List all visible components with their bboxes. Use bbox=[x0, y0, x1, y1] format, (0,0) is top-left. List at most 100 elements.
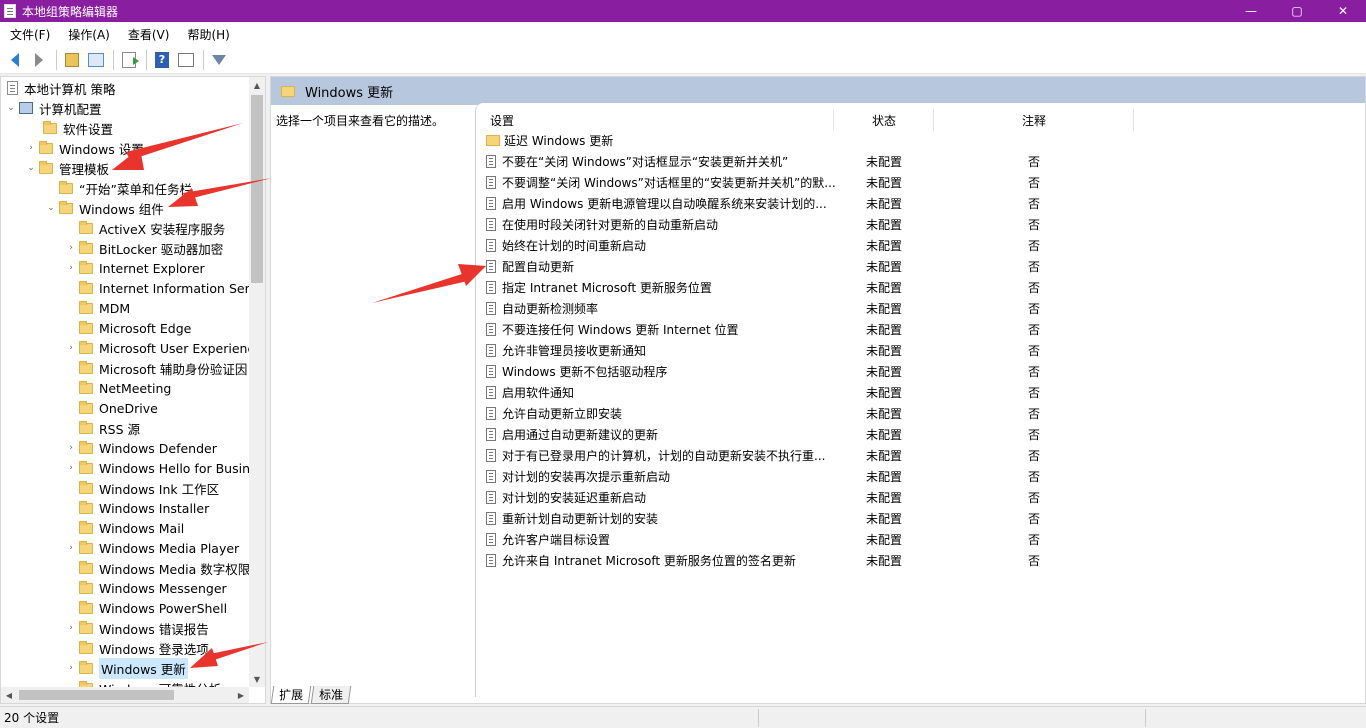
list-item[interactable]: 启用通过自动更新建议的更新 未配置 否 bbox=[486, 424, 1356, 445]
back-button[interactable] bbox=[4, 49, 26, 71]
chevron-right-icon[interactable]: › bbox=[65, 243, 77, 253]
show-hide-tree-button[interactable] bbox=[85, 49, 107, 71]
menu-action[interactable]: 操作(A) bbox=[58, 26, 118, 43]
tree-item-component[interactable]: MDM bbox=[65, 298, 130, 318]
tree-item-start-menu[interactable]: “开始”菜单和任务栏 bbox=[57, 178, 192, 198]
tree-item-windows-settings[interactable]: › Windows 设置 bbox=[25, 138, 144, 158]
scroll-down-arrow-icon[interactable]: ▼ bbox=[249, 671, 265, 687]
list-item[interactable]: 允许来自 Intranet Microsoft 更新服务位置的签名更新 未配置 否 bbox=[486, 550, 1356, 571]
scroll-left-arrow-icon[interactable]: ◀ bbox=[1, 687, 17, 703]
tree-item-windows-components[interactable]: ⌄ Windows 组件 bbox=[45, 198, 164, 218]
column-header-setting[interactable]: 设置 bbox=[490, 109, 514, 131]
chevron-right-icon[interactable]: › bbox=[65, 343, 77, 353]
setting-name: 允许客户端目标设置 bbox=[502, 533, 611, 547]
list-item[interactable]: 不要调整“关闭 Windows”对话框里的“安装更新并关机”的默... 未配置 否 bbox=[486, 172, 1356, 193]
list-item[interactable]: 对计划的安装再次提示重新启动 未配置 否 bbox=[486, 466, 1356, 487]
tree-item-component[interactable]: › Windows Hello for Busine bbox=[65, 458, 258, 478]
tree-item-component[interactable]: › Microsoft User Experienc bbox=[65, 338, 254, 358]
tree-item-admin-templates[interactable]: ⌄ 管理模板 bbox=[25, 158, 109, 178]
list-item[interactable]: 不要连接任何 Windows 更新 Internet 位置 未配置 否 bbox=[486, 319, 1356, 340]
tree-item-component[interactable]: Windows 登录选项 bbox=[65, 638, 209, 658]
tree-item-computer-config[interactable]: ⌄ 计算机配置 bbox=[5, 98, 101, 118]
chevron-down-icon[interactable]: ⌄ bbox=[5, 103, 17, 113]
tree-item-software-settings[interactable]: 软件设置 bbox=[29, 118, 113, 138]
tree-item-component[interactable]: › Windows 更新 bbox=[65, 657, 188, 679]
list-item[interactable]: 启用软件通知 未配置 否 bbox=[486, 382, 1356, 403]
tab-standard[interactable]: 标准 bbox=[310, 686, 352, 704]
tree-item-component[interactable]: Windows Ink 工作区 bbox=[65, 478, 219, 498]
column-header-state[interactable]: 状态 bbox=[872, 109, 896, 131]
column-header-note[interactable]: 注释 bbox=[1022, 109, 1046, 131]
tree-horizontal-scrollbar[interactable]: ◀ ▶ bbox=[1, 687, 249, 703]
scroll-up-arrow-icon[interactable]: ▲ bbox=[249, 77, 265, 93]
chevron-right-icon[interactable]: › bbox=[25, 143, 37, 153]
list-item[interactable]: 允许自动更新立即安装 未配置 否 bbox=[486, 403, 1356, 424]
policy-setting-icon bbox=[486, 365, 496, 378]
chevron-down-icon[interactable]: ⌄ bbox=[25, 163, 37, 173]
list-item-folder[interactable]: 延迟 Windows 更新 bbox=[486, 130, 1356, 151]
tree-item-component[interactable]: Windows Mail bbox=[65, 518, 184, 538]
folder-icon bbox=[79, 480, 93, 494]
column-separator[interactable] bbox=[833, 109, 834, 131]
tree-item-component[interactable]: Windows Media 数字权限 bbox=[65, 558, 250, 578]
tree-item-component[interactable]: Windows PowerShell bbox=[65, 598, 227, 618]
chevron-right-icon[interactable]: › bbox=[65, 463, 77, 473]
tree-item-component[interactable]: Windows Messenger bbox=[65, 578, 227, 598]
tree-item-component[interactable]: RSS 源 bbox=[65, 418, 140, 438]
column-separator[interactable] bbox=[933, 109, 934, 131]
tree-item-component[interactable]: ActiveX 安装程序服务 bbox=[65, 218, 225, 238]
chevron-right-icon[interactable]: › bbox=[65, 443, 77, 453]
list-item[interactable]: 自动更新检测频率 未配置 否 bbox=[486, 298, 1356, 319]
menu-view[interactable]: 查看(V) bbox=[118, 26, 178, 43]
list-item[interactable]: 始终在计划的时间重新启动 未配置 否 bbox=[486, 235, 1356, 256]
list-item[interactable]: 指定 Intranet Microsoft 更新服务位置 未配置 否 bbox=[486, 277, 1356, 298]
tab-extended[interactable]: 扩展 bbox=[270, 686, 312, 704]
list-item[interactable]: 启用 Windows 更新电源管理以自动唤醒系统来安装计划的... 未配置 否 bbox=[486, 193, 1356, 214]
tree-item-component[interactable]: › Windows Defender bbox=[65, 438, 217, 458]
list-item[interactable]: 不要在“关闭 Windows”对话框显示“安装更新并关机” 未配置 否 bbox=[486, 151, 1356, 172]
forward-button[interactable] bbox=[28, 49, 50, 71]
list-item[interactable]: 配置自动更新 未配置 否 bbox=[486, 256, 1356, 277]
tree-item-component[interactable]: › BitLocker 驱动器加密 bbox=[65, 238, 223, 258]
tree-vertical-scrollbar[interactable]: ▲ ▼ bbox=[249, 77, 265, 687]
export-list-button[interactable] bbox=[118, 49, 140, 71]
tree-item-root[interactable]: 本地计算机 策略 bbox=[5, 78, 115, 98]
list-item[interactable]: Windows 更新不包括驱动程序 未配置 否 bbox=[486, 361, 1356, 382]
chevron-right-icon[interactable]: › bbox=[65, 543, 77, 553]
list-item[interactable]: 在使用时段关闭针对更新的自动重新启动 未配置 否 bbox=[486, 214, 1356, 235]
filter-button[interactable] bbox=[208, 49, 230, 71]
minimize-button[interactable]: — bbox=[1228, 0, 1274, 22]
tree-item-component[interactable]: Windows Installer bbox=[65, 498, 209, 518]
chevron-down-icon[interactable]: ⌄ bbox=[45, 203, 57, 213]
list-item[interactable]: 对于有已登录用户的计算机，计划的自动更新安装不执行重... 未配置 否 bbox=[486, 445, 1356, 466]
list-item[interactable]: 允许客户端目标设置 未配置 否 bbox=[486, 529, 1356, 550]
maximize-button[interactable]: ▢ bbox=[1274, 0, 1320, 22]
close-button[interactable]: ✕ bbox=[1320, 0, 1366, 22]
scroll-thumb[interactable] bbox=[251, 95, 263, 283]
list-item[interactable]: 对计划的安装延迟重新启动 未配置 否 bbox=[486, 487, 1356, 508]
menu-help[interactable]: 帮助(H) bbox=[177, 26, 237, 43]
tree-item-component[interactable]: OneDrive bbox=[65, 398, 158, 418]
tree-item-component[interactable]: Microsoft Edge bbox=[65, 318, 191, 338]
chevron-right-icon[interactable]: › bbox=[65, 663, 77, 673]
tree-item-component[interactable]: › Internet Explorer bbox=[65, 258, 205, 278]
tree-item-component[interactable]: › Windows Media Player bbox=[65, 538, 239, 558]
column-separator[interactable] bbox=[1133, 109, 1134, 131]
scroll-thumb[interactable] bbox=[19, 690, 174, 700]
menu-file[interactable]: 文件(F) bbox=[0, 26, 58, 43]
help-button[interactable]: ? bbox=[151, 49, 173, 71]
chevron-right-icon[interactable]: › bbox=[65, 263, 77, 273]
scroll-right-arrow-icon[interactable]: ▶ bbox=[233, 687, 249, 703]
list-item[interactable]: 允许非管理员接收更新通知 未配置 否 bbox=[486, 340, 1356, 361]
tree-item-component[interactable]: › Windows 错误报告 bbox=[65, 618, 209, 638]
tree-item-label: Windows 更新 bbox=[99, 657, 188, 679]
chevron-right-icon[interactable]: › bbox=[65, 623, 77, 633]
tree-item-component[interactable]: Microsoft 辅助身份验证因 bbox=[65, 358, 247, 378]
tree-item-component[interactable]: NetMeeting bbox=[65, 378, 171, 398]
up-level-button[interactable] bbox=[61, 49, 83, 71]
tree-item-component[interactable]: Internet Information Serv bbox=[65, 278, 257, 298]
tree-item-label: Internet Explorer bbox=[99, 260, 205, 276]
view-button[interactable] bbox=[175, 49, 197, 71]
setting-name: 不要在“关闭 Windows”对话框显示“安装更新并关机” bbox=[502, 155, 789, 169]
list-item[interactable]: 重新计划自动更新计划的安装 未配置 否 bbox=[486, 508, 1356, 529]
